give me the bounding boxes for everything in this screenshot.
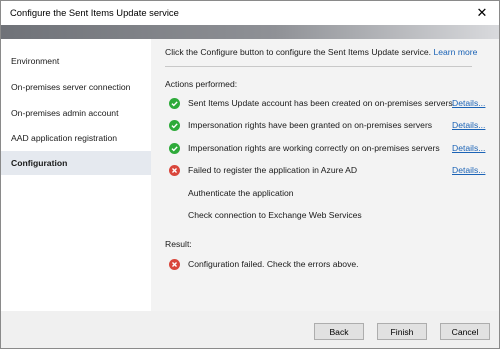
action-text: Impersonation rights have been granted o… (188, 120, 433, 130)
details-link[interactable]: Details... (452, 98, 485, 108)
error-circle-icon (169, 259, 180, 270)
action-row: Impersonation rights are working correct… (167, 142, 487, 158)
wizard-sidebar: Environment On-premises server connectio… (1, 39, 151, 311)
back-button[interactable]: Back (314, 323, 364, 340)
error-circle-icon (169, 165, 180, 176)
sidebar-item-configuration[interactable]: Configuration (1, 151, 151, 175)
divider (165, 66, 472, 67)
result-text: Configuration failed. Check the errors a… (188, 259, 359, 269)
details-link[interactable]: Details... (452, 143, 485, 153)
action-row: Sent Items Update account has been creat… (167, 97, 487, 113)
title-bar: Configure the Sent Items Update service … (1, 1, 499, 25)
button-bar: Back Finish Cancel (1, 311, 499, 348)
close-icon: ✕ (476, 5, 488, 20)
action-text: Authenticate the application (188, 188, 294, 198)
finish-button[interactable]: Finish (377, 323, 427, 340)
action-text: Sent Items Update account has been creat… (188, 98, 453, 108)
intro-label: Click the Configure button to configure … (165, 47, 432, 57)
close-button[interactable]: ✕ (471, 4, 493, 22)
header-banner (1, 25, 499, 39)
action-text: Check connection to Exchange Web Service… (188, 210, 362, 220)
dialog-window: Configure the Sent Items Update service … (0, 0, 500, 349)
action-text: Impersonation rights are working correct… (188, 143, 440, 153)
sidebar-item-environment[interactable]: Environment (1, 49, 151, 73)
cancel-button[interactable]: Cancel (440, 323, 490, 340)
action-text: Failed to register the application in Az… (188, 165, 358, 175)
sidebar-item-on-premises-admin-account[interactable]: On-premises admin account (1, 101, 151, 125)
action-row: Authenticate the application (167, 187, 487, 203)
action-row: Check connection to Exchange Web Service… (167, 209, 487, 225)
check-circle-icon (169, 98, 180, 109)
action-row: Impersonation rights have been granted o… (167, 119, 487, 135)
result-row: Configuration failed. Check the errors a… (167, 258, 487, 274)
intro-text: Click the Configure button to configure … (165, 47, 477, 57)
main-content: Click the Configure button to configure … (151, 39, 499, 311)
details-link[interactable]: Details... (452, 120, 485, 130)
sidebar-item-aad-application-registration[interactable]: AAD application registration (1, 126, 151, 150)
learn-more-link[interactable]: Learn more (433, 47, 477, 57)
details-link[interactable]: Details... (452, 165, 485, 175)
check-circle-icon (169, 120, 180, 131)
actions-heading: Actions performed: (165, 79, 238, 89)
result-heading: Result: (165, 239, 192, 249)
window-title: Configure the Sent Items Update service (10, 7, 179, 18)
check-circle-icon (169, 143, 180, 154)
action-row: Failed to register the application in Az… (167, 164, 487, 180)
sidebar-item-on-premises-server-connection[interactable]: On-premises server connection (1, 75, 151, 99)
